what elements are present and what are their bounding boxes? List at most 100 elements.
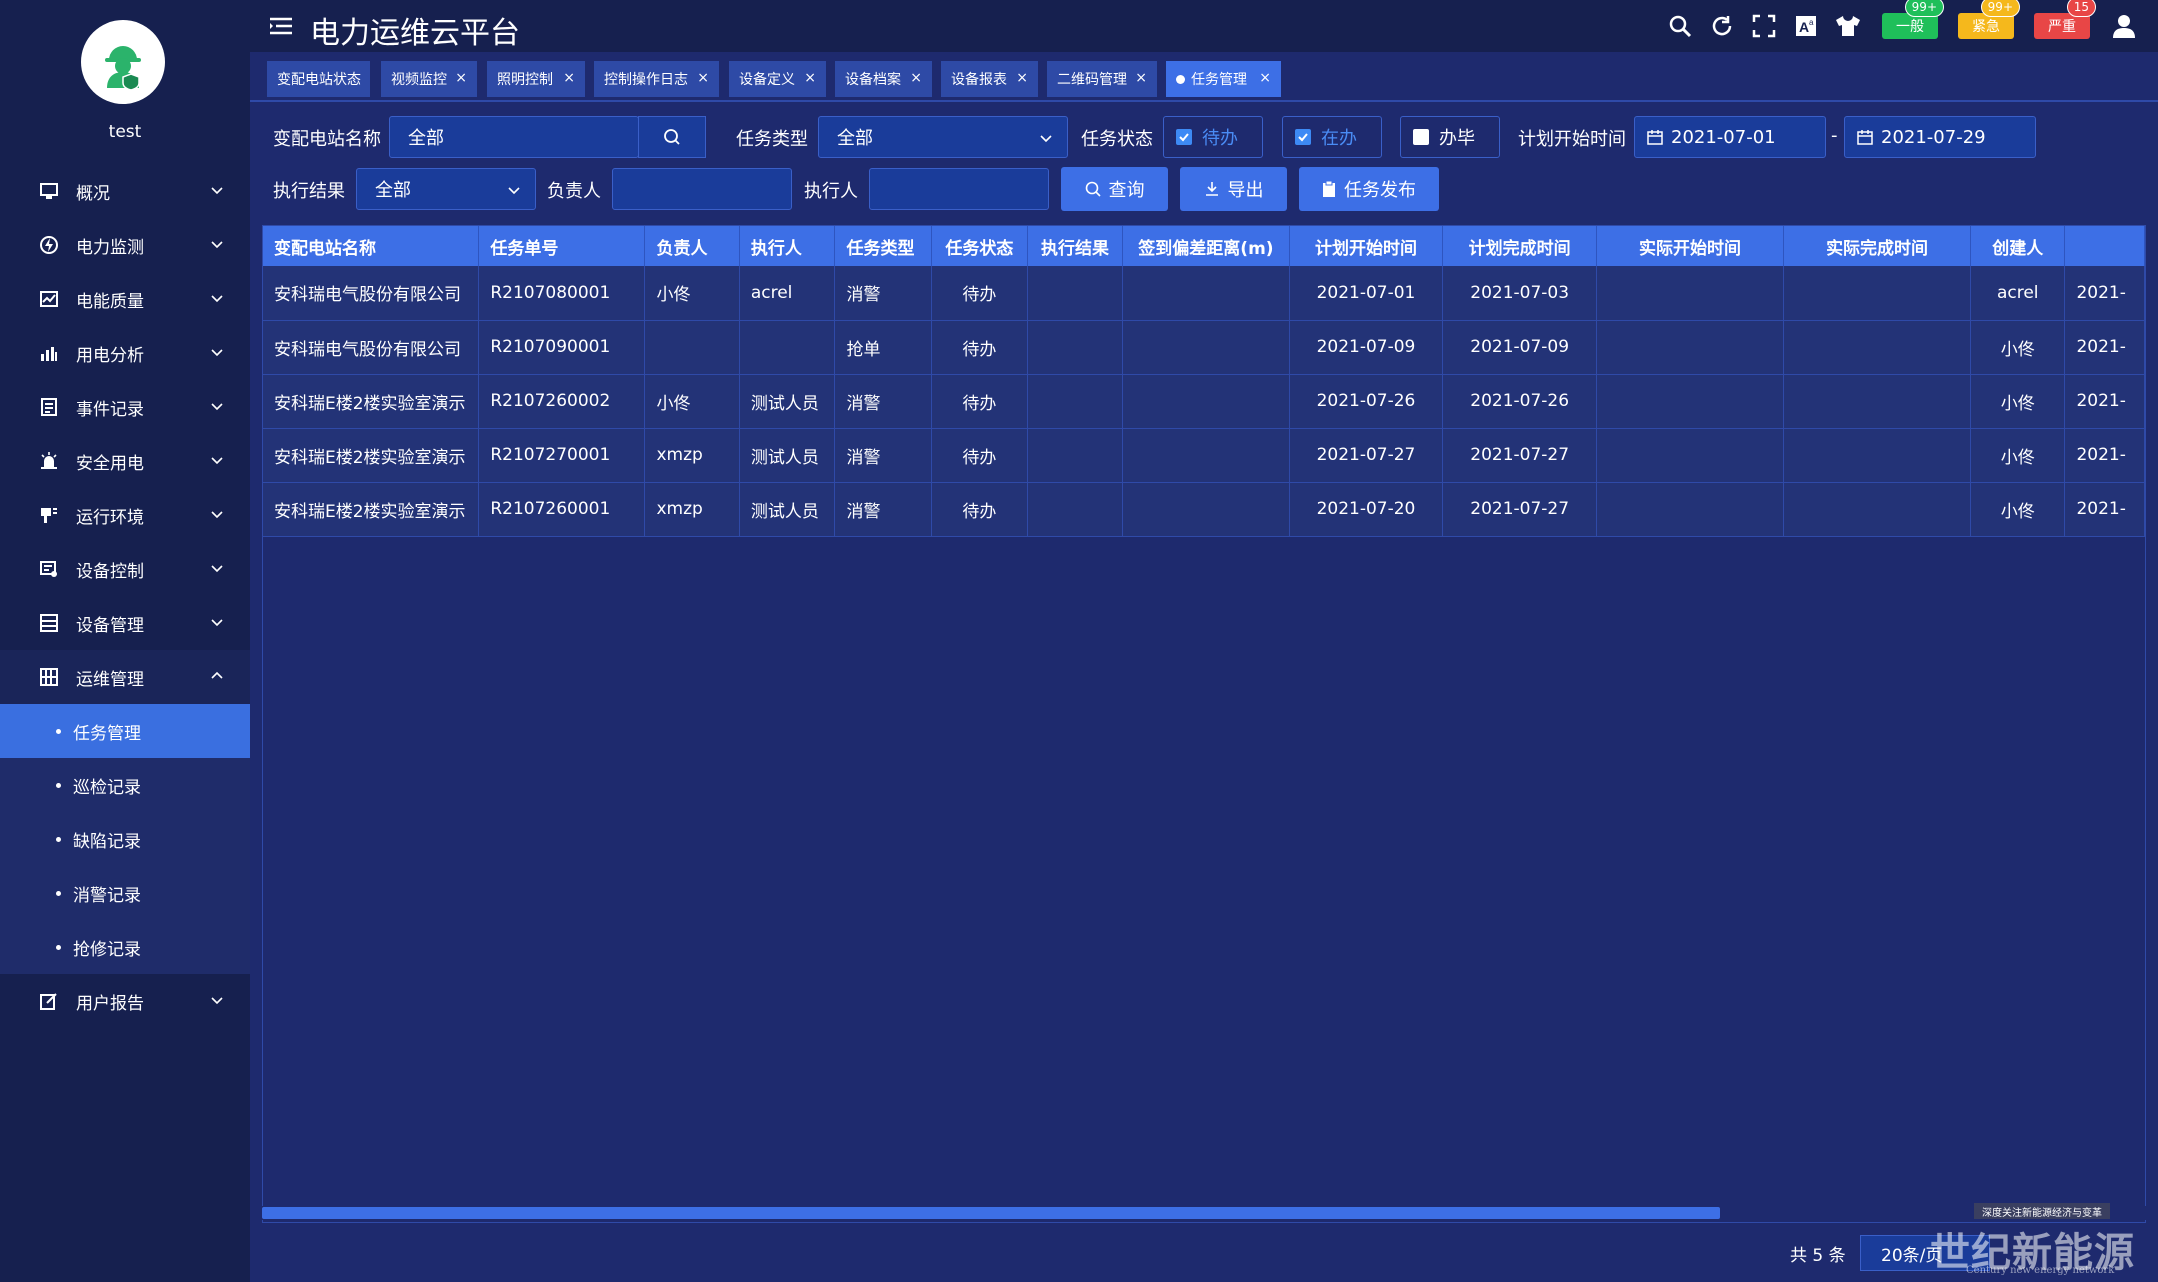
- sidebar-subitem-inspection-record[interactable]: 巡检记录: [0, 758, 250, 812]
- column-header-actual-finish[interactable]: 实际完成时间: [1783, 226, 1972, 266]
- close-icon[interactable]: ×: [455, 70, 467, 86]
- sidebar-subitem-repair-record[interactable]: 抢修记录: [0, 920, 250, 974]
- search-icon[interactable]: [1666, 12, 1694, 40]
- column-header-plan-start[interactable]: 计划开始时间: [1289, 226, 1444, 266]
- column-header-checkin-distance[interactable]: 签到偏差距离(m): [1122, 226, 1290, 266]
- export-button[interactable]: 导出: [1180, 167, 1287, 211]
- sidebar-item-power-quality[interactable]: 电能质量: [0, 272, 250, 326]
- quality-icon: [38, 288, 60, 310]
- sidebar-item-usage-analysis[interactable]: 用电分析: [0, 326, 250, 380]
- station-name-input[interactable]: 全部: [389, 116, 639, 158]
- date-to-input[interactable]: 2021-07-29: [1844, 116, 2036, 158]
- table-row[interactable]: 安科瑞电气股份有限公司 R2107090001 抢单 待办 2021-07-09…: [263, 320, 2145, 375]
- date-from-input[interactable]: 2021-07-01: [1634, 116, 1826, 158]
- column-header-task-status[interactable]: 任务状态: [931, 226, 1028, 266]
- close-icon[interactable]: ×: [910, 70, 922, 86]
- tab-qrcode-management[interactable]: 二维码管理 ×: [1047, 61, 1157, 97]
- scrollbar-thumb[interactable]: [262, 1207, 1720, 1219]
- sidebar-item-label: 运行环境: [76, 507, 144, 528]
- query-button[interactable]: 查询: [1061, 167, 1168, 211]
- hamburger-menu-icon[interactable]: [270, 17, 292, 35]
- status-todo-checkbox[interactable]: 待办: [1163, 116, 1263, 158]
- table-row[interactable]: 安科瑞E楼2楼实验室演示 R2107260001 xmzp 测试人员 消警 待办…: [263, 482, 2145, 537]
- station-search-button[interactable]: [638, 116, 706, 158]
- cell-executor: 测试人员: [739, 482, 836, 537]
- column-header-task-no[interactable]: 任务单号: [478, 226, 646, 266]
- chevron-down-icon: [211, 349, 223, 357]
- alert-severe-button[interactable]: 严重 15: [2034, 0, 2096, 39]
- sidebar-subitem-defect-record[interactable]: 缺陷记录: [0, 812, 250, 866]
- close-icon[interactable]: ×: [1135, 70, 1147, 86]
- sidebar-subitem-label: 消警记录: [73, 885, 141, 906]
- refresh-icon[interactable]: [1708, 12, 1736, 40]
- horizontal-scrollbar[interactable]: [262, 1206, 2146, 1220]
- sidebar-item-device-control[interactable]: 设备控制: [0, 542, 250, 596]
- tab-video-monitor[interactable]: 视频监控 ×: [381, 61, 477, 97]
- alert-urgent-button[interactable]: 紧急 99+: [1958, 0, 2020, 39]
- column-header-creator[interactable]: 创建人: [1970, 226, 2066, 266]
- close-icon[interactable]: ×: [804, 70, 816, 86]
- table-header-row: 变配电站名称 任务单号 负责人 执行人 任务类型 任务状态 执行结果 签到偏差距…: [263, 226, 2145, 266]
- user-icon[interactable]: [2110, 12, 2138, 40]
- sidebar-item-safe-power[interactable]: 安全用电: [0, 434, 250, 488]
- table-row[interactable]: 安科瑞E楼2楼实验室演示 R2107260002 小佟 测试人员 消警 待办 2…: [263, 374, 2145, 429]
- sidebar-subitem-task-management[interactable]: 任务管理: [0, 704, 250, 758]
- sidebar-item-overview[interactable]: 概况: [0, 164, 250, 218]
- tab-device-archive[interactable]: 设备档案 ×: [835, 61, 932, 97]
- control-icon: [38, 558, 60, 580]
- fullscreen-icon[interactable]: [1750, 12, 1778, 40]
- close-icon[interactable]: ×: [1016, 70, 1028, 86]
- avatar[interactable]: [81, 20, 165, 104]
- close-icon[interactable]: ×: [1259, 70, 1271, 86]
- cell-executor: [739, 320, 836, 375]
- executor-input[interactable]: [869, 168, 1049, 210]
- column-header-result[interactable]: 执行结果: [1027, 226, 1124, 266]
- sidebar-item-device-management[interactable]: 设备管理: [0, 596, 250, 650]
- owner-input[interactable]: [612, 168, 792, 210]
- tab-control-log[interactable]: 控制操作日志 ×: [594, 61, 719, 97]
- alert-count-badge: 15: [2066, 0, 2096, 17]
- column-header-executor[interactable]: 执行人: [739, 226, 836, 266]
- table-row[interactable]: 安科瑞电气股份有限公司 R2107080001 小佟 acrel 消警 待办 2…: [263, 266, 2145, 321]
- tab-lighting-control[interactable]: 照明控制 ×: [487, 61, 585, 97]
- tab-label: 视频监控: [391, 72, 447, 88]
- tab-task-management[interactable]: 任务管理 ×: [1166, 61, 1281, 97]
- column-header-owner[interactable]: 负责人: [644, 226, 740, 266]
- result-select[interactable]: 全部: [356, 168, 536, 210]
- sidebar-subitem-alarm-clear-record[interactable]: 消警记录: [0, 866, 250, 920]
- column-header-task-type[interactable]: 任务类型: [834, 226, 933, 266]
- cell-station: 安科瑞电气股份有限公司: [263, 320, 480, 375]
- column-header-plan-finish[interactable]: 计划完成时间: [1442, 226, 1598, 266]
- column-header-actual-start[interactable]: 实际开始时间: [1596, 226, 1785, 266]
- sidebar-item-user-report[interactable]: 用户报告: [0, 974, 250, 1028]
- chevron-down-icon: [1040, 135, 1052, 143]
- status-done-checkbox[interactable]: 办毕: [1400, 116, 1500, 158]
- cell-result: [1027, 266, 1124, 321]
- sidebar-item-power-monitor[interactable]: 电力监测: [0, 218, 250, 272]
- alert-general-button[interactable]: 一般 99+: [1882, 0, 1944, 39]
- svg-text:A: A: [1799, 19, 1809, 35]
- cell-more: 2021-: [2064, 320, 2145, 375]
- chevron-down-icon: [211, 997, 223, 1005]
- sidebar-item-label: 设备控制: [76, 561, 144, 582]
- column-header-more[interactable]: [2064, 226, 2145, 266]
- publish-task-button[interactable]: 任务发布: [1299, 167, 1439, 211]
- close-icon[interactable]: ×: [697, 70, 709, 86]
- theme-shirt-icon[interactable]: [1834, 12, 1862, 40]
- sidebar-item-ops-management[interactable]: 运维管理: [0, 650, 250, 704]
- status-in-progress-checkbox[interactable]: 在办: [1282, 116, 1382, 158]
- sidebar-subitem-label: 抢修记录: [73, 939, 141, 960]
- column-header-station[interactable]: 变配电站名称: [263, 226, 480, 266]
- task-type-select[interactable]: 全部: [818, 116, 1068, 158]
- sidebar-item-event-record[interactable]: 事件记录: [0, 380, 250, 434]
- sidebar-item-environment[interactable]: 运行环境: [0, 488, 250, 542]
- alert-label: 严重: [2048, 19, 2076, 35]
- tab-device-report[interactable]: 设备报表 ×: [941, 61, 1038, 97]
- table-row[interactable]: 安科瑞E楼2楼实验室演示 R2107270001 xmzp 测试人员 消警 待办…: [263, 428, 2145, 483]
- cell-plan-finish: 2021-07-09: [1442, 320, 1598, 375]
- cell-actual-finish: [1783, 374, 1972, 429]
- tab-device-definition[interactable]: 设备定义 ×: [729, 61, 826, 97]
- close-icon[interactable]: ×: [563, 70, 575, 86]
- tab-station-status[interactable]: 变配电站状态: [267, 61, 370, 97]
- font-size-icon[interactable]: Aa: [1792, 12, 1820, 40]
